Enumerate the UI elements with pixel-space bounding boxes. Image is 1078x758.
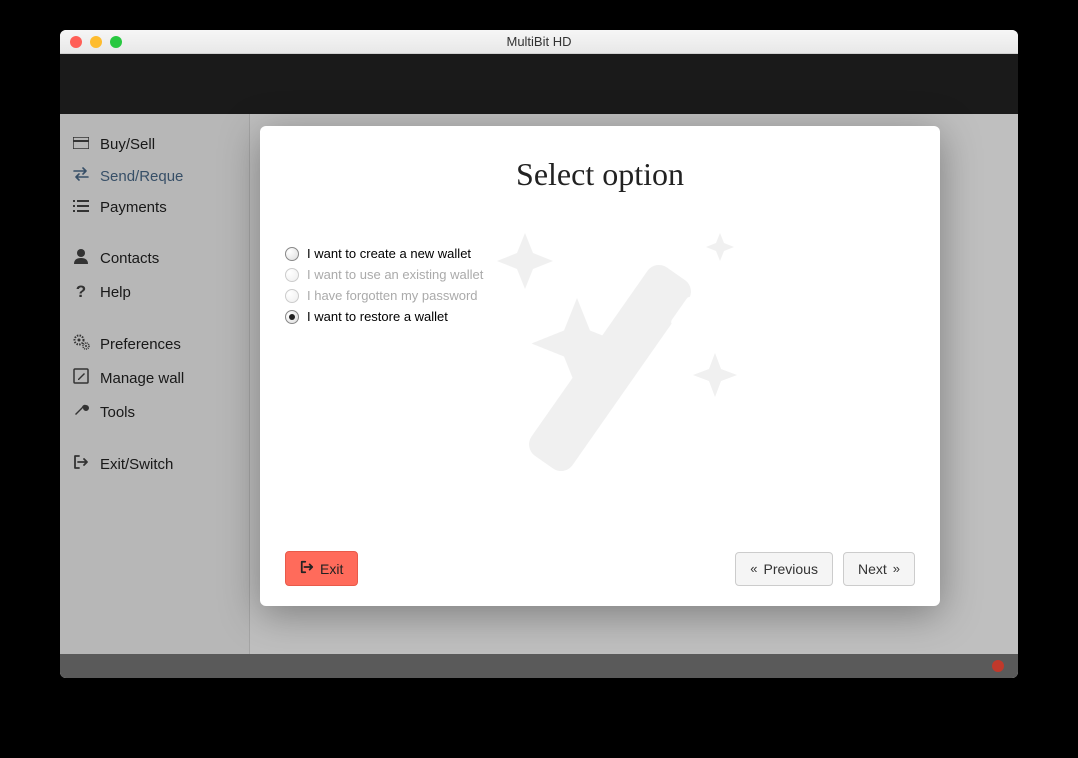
zoom-window-button[interactable] [110, 36, 122, 48]
modal-body: I want to create a new wallet I want to … [285, 243, 915, 541]
previous-button[interactable]: « Previous [735, 552, 833, 586]
app-window: MultiBit HD Buy/Sell Send/Reque Paymen [60, 30, 1018, 678]
option-label: I want to create a new wallet [307, 246, 471, 261]
button-label: Exit [320, 561, 343, 577]
option-restore-wallet[interactable]: I want to restore a wallet [285, 306, 915, 327]
connection-status-indicator [992, 660, 1004, 672]
status-bar [60, 654, 1018, 678]
minimize-window-button[interactable] [90, 36, 102, 48]
chevron-right-double-icon: » [893, 561, 900, 576]
chevron-left-double-icon: « [750, 561, 757, 576]
app-header [60, 54, 1018, 114]
button-label: Previous [764, 561, 818, 577]
radio-icon [285, 310, 299, 324]
window-title: MultiBit HD [60, 34, 1018, 49]
option-label: I want to use an existing wallet [307, 267, 483, 282]
window-controls [60, 36, 122, 48]
titlebar: MultiBit HD [60, 30, 1018, 54]
sign-out-icon [300, 560, 314, 577]
radio-icon [285, 268, 299, 282]
modal-title: Select option [285, 156, 915, 193]
select-option-modal: Select option I want to create a new wal… [260, 126, 940, 606]
option-forgot-password: I have forgotten my password [285, 285, 915, 306]
option-create-new-wallet[interactable]: I want to create a new wallet [285, 243, 915, 264]
option-label: I want to restore a wallet [307, 309, 448, 324]
option-list: I want to create a new wallet I want to … [285, 243, 915, 327]
radio-icon [285, 247, 299, 261]
option-use-existing-wallet: I want to use an existing wallet [285, 264, 915, 285]
button-label: Next [858, 561, 887, 577]
next-button[interactable]: Next » [843, 552, 915, 586]
exit-button[interactable]: Exit [285, 551, 358, 586]
option-label: I have forgotten my password [307, 288, 478, 303]
modal-footer: Exit « Previous Next » [285, 541, 915, 586]
close-window-button[interactable] [70, 36, 82, 48]
radio-icon [285, 289, 299, 303]
